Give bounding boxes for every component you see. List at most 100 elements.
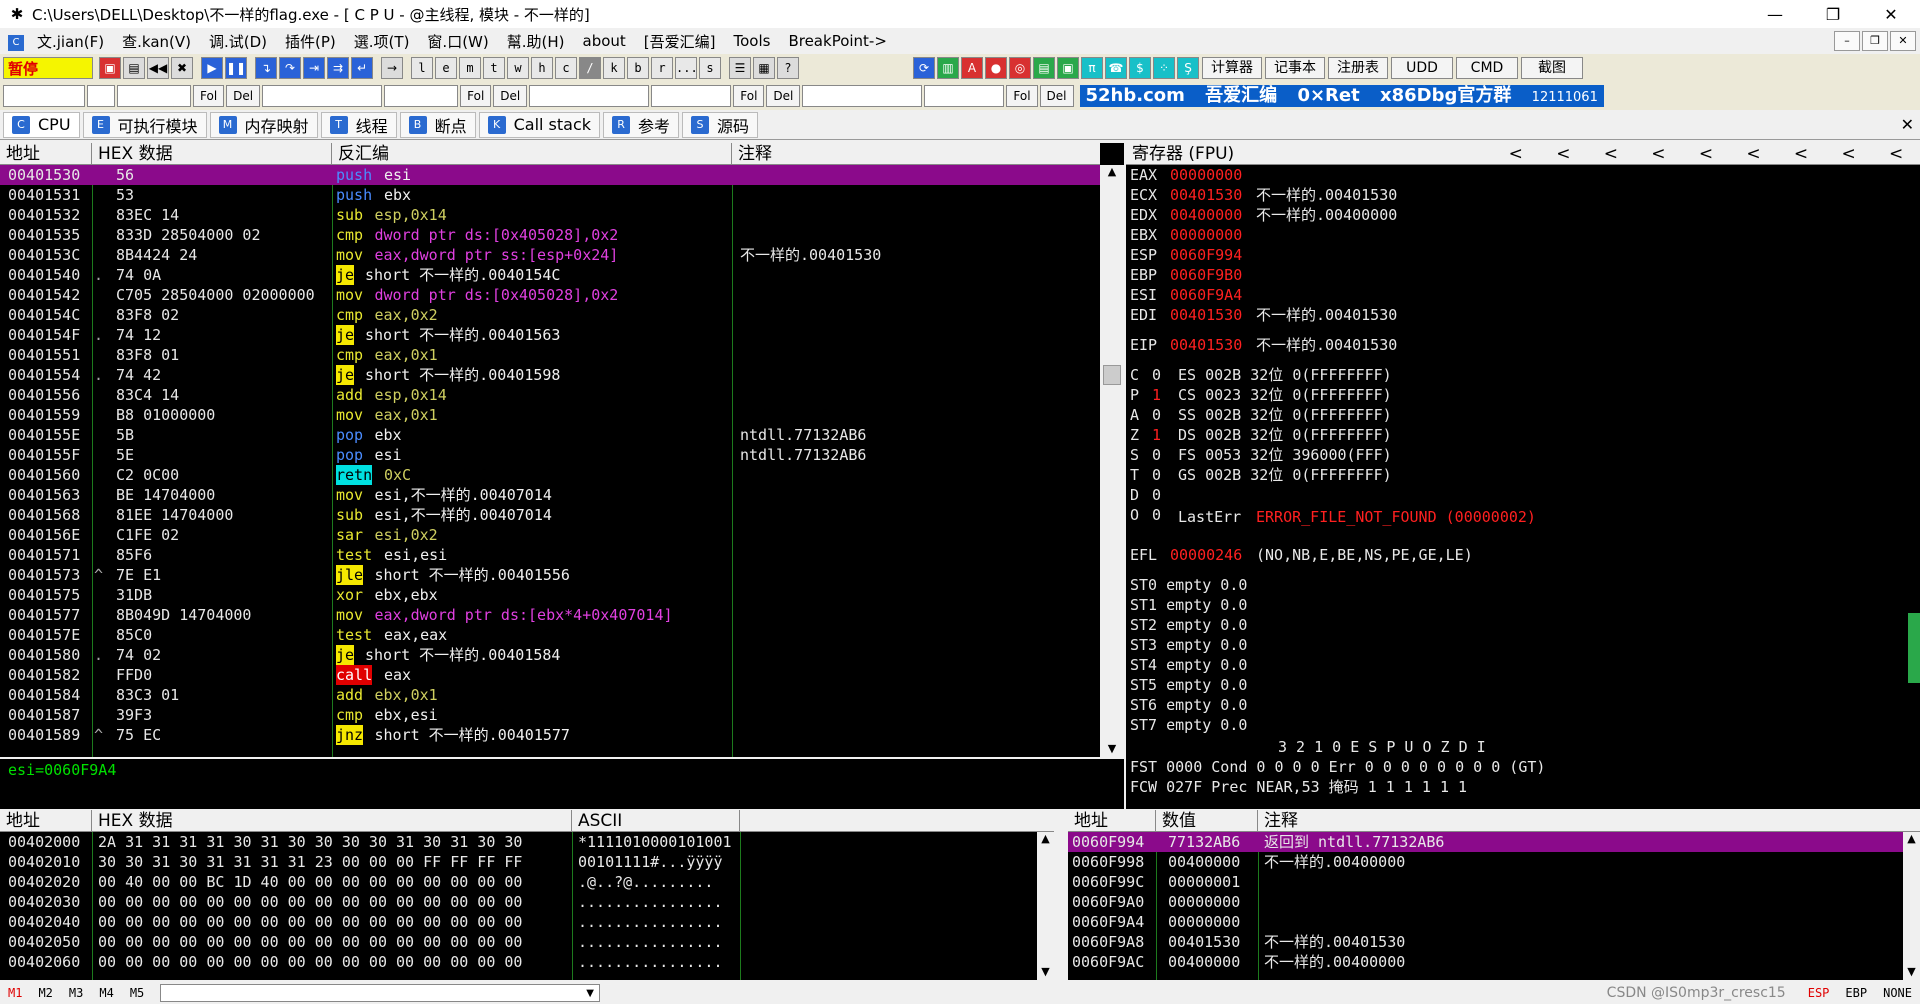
menu-52pojie[interactable]: [吾爱汇编] [635, 31, 725, 52]
tab-breakpoints[interactable]: B 断点 [399, 111, 476, 138]
plugin-icon-4[interactable]: ◎ [1009, 57, 1031, 79]
menu-plugins[interactable]: 插件(P) [276, 31, 345, 52]
grid-icon[interactable]: ▦ [753, 57, 775, 79]
delete-button-4[interactable]: Del [1039, 85, 1074, 107]
goto-icon[interactable]: → [381, 57, 403, 79]
fpu-st-register[interactable]: ST6 empty 0.0 [1130, 695, 1247, 715]
disasm-row[interactable]: 00401573 ^ 7E E1 jle short 不一样的.00401556 [0, 565, 1100, 585]
disasm-row[interactable]: 00401531 53 push ebx [0, 185, 1100, 205]
pause-icon[interactable]: ❚❚ [225, 57, 247, 79]
menu-about[interactable]: about [574, 32, 635, 50]
col-comment[interactable]: 注释 [732, 143, 1100, 164]
menu-help[interactable]: 幫.助(H) [498, 31, 574, 52]
source-button[interactable]: s [699, 57, 721, 79]
stack-row[interactable]: 0060F99C 00000001 [1068, 872, 1903, 892]
stack-pane[interactable]: 地址 数值 注释 0060F994 77132AB6 返回到 ntdll.77132… [1068, 810, 1920, 980]
run-trace-button[interactable]: ... [675, 57, 698, 79]
help-icon[interactable]: ? [777, 57, 799, 79]
fpu-st-register[interactable]: ST7 empty 0.0 [1130, 715, 1247, 735]
udd-button[interactable]: UDD [1391, 57, 1453, 79]
plugin-icon-5[interactable]: ▤ [1033, 57, 1055, 79]
dump-scrollbar[interactable]: ▲ ▼ [1037, 832, 1054, 980]
disasm-row[interactable]: 00401568 81EE 14704000 sub esi,不一样的.0040701… [0, 505, 1100, 525]
register-value[interactable]: 00401530 [1170, 305, 1242, 325]
disasm-row[interactable]: 0040154F. 74 12 je short 不一样的.00401563 [0, 325, 1100, 345]
disasm-row[interactable]: 0040156E C1FE 02 sar esi,0x2 [0, 525, 1100, 545]
step-over-icon[interactable]: ↷ [279, 57, 301, 79]
arrow-left-icon[interactable]: < [1556, 143, 1570, 164]
calculator-button[interactable]: 计算器 [1202, 57, 1262, 79]
phone-icon[interactable]: ☎ [1105, 57, 1127, 79]
tab-close-button[interactable]: ✕ [1901, 115, 1914, 134]
delete-button-1[interactable]: Del [226, 85, 261, 107]
disasm-row[interactable]: 0040157E 85C0 test eax,eax [0, 625, 1100, 645]
arrow-left-icon[interactable]: < [1699, 143, 1713, 164]
scroll-up-icon[interactable]: ▲ [1037, 832, 1054, 850]
scroll-up-icon[interactable]: ▲ [1100, 165, 1124, 183]
disasm-row[interactable]: 00401577 8B049D 14704000 mov eax,dword ptr … [0, 605, 1100, 625]
disasm-row[interactable]: 00401575 31DB xor ebx,ebx [0, 585, 1100, 605]
minimize-button[interactable]: — [1746, 5, 1804, 24]
disasm-row[interactable]: 00401582 FFD0 call eax [0, 665, 1100, 685]
status-input[interactable] [160, 984, 601, 1002]
dots-icon[interactable]: ⁘ [1153, 57, 1175, 79]
flag-value[interactable]: 1 [1152, 385, 1161, 405]
register-value[interactable]: 0060F994 [1170, 245, 1242, 265]
mode-m2[interactable]: M2 [30, 986, 60, 1000]
menu-debug[interactable]: 调.试(D) [200, 31, 276, 52]
handles-button[interactable]: h [531, 57, 553, 79]
efl-value[interactable]: 00000246 [1170, 545, 1242, 565]
fpu-st-register[interactable]: ST1 empty 0.0 [1130, 595, 1247, 615]
command-input-7[interactable] [651, 85, 732, 107]
disasm-row[interactable]: 00401559 B8 01000000 mov eax,0x1 [0, 405, 1100, 425]
mdi-restore-button[interactable]: ❐ [1862, 31, 1888, 51]
stack-row[interactable]: 0060F9A0 00000000 [1068, 892, 1903, 912]
fpu-st-register[interactable]: ST4 empty 0.0 [1130, 655, 1247, 675]
threads-button[interactable]: t [483, 57, 505, 79]
disasm-row[interactable]: 00401535 833D 28504000 02 cmp dword ptr ds:… [0, 225, 1100, 245]
command-input-8[interactable] [802, 85, 923, 107]
stack-scrollbar[interactable]: ▲ ▼ [1903, 832, 1920, 980]
registers-scrollbar[interactable] [1908, 613, 1920, 683]
disasm-row[interactable]: 00401530 56 push esi [0, 165, 1100, 185]
register-value[interactable]: 0060F9A4 [1170, 285, 1242, 305]
close-process-icon[interactable]: ✖ [171, 57, 193, 79]
cpu-button[interactable]: c [555, 57, 577, 79]
flag-value[interactable]: 0 [1152, 465, 1161, 485]
command-input-1[interactable] [3, 85, 85, 107]
tab-references[interactable]: R 参考 [603, 111, 680, 138]
stack-row[interactable]: 0060F998 00400000 不一样的.00400000 [1068, 852, 1903, 872]
disasm-row[interactable]: 00401580. 74 02 je short 不一样的.00401584 [0, 645, 1100, 665]
dump-row[interactable]: 00402030 00 00 00 00 00 00 00 00 00 00 00… [0, 892, 1040, 912]
mdi-close-button[interactable]: ✕ [1890, 31, 1916, 51]
stack-row[interactable]: 0060F9A8 00401530 不一样的.00401530 [1068, 932, 1903, 952]
scroll-down-icon[interactable]: ▼ [1100, 742, 1124, 755]
menu-window[interactable]: 窗.口(W) [418, 31, 497, 52]
command-input-4[interactable] [262, 85, 383, 107]
disasm-row[interactable]: 00401542 C705 28504000 02000000 mov dword p… [0, 285, 1100, 305]
execute-till-return-icon[interactable]: ↵ [351, 57, 373, 79]
delete-button-2[interactable]: Del [493, 85, 528, 107]
dump-row[interactable]: 00402010 30 30 31 30 31 31 31 31 23 00 00… [0, 852, 1040, 872]
disasm-row[interactable]: 00401584 83C3 01 add ebx,0x1 [0, 685, 1100, 705]
disasm-row[interactable]: 00401571 85F6 test esi,esi [0, 545, 1100, 565]
plugin-icon-1[interactable]: ▥ [937, 57, 959, 79]
fpu-st-register[interactable]: ST0 empty 0.0 [1130, 575, 1247, 595]
menu-icon[interactable]: C [0, 31, 28, 51]
register-value[interactable]: 00401530 [1170, 185, 1242, 205]
stack-col-address[interactable]: 地址 [1068, 810, 1156, 831]
menu-options[interactable]: 選.项(T) [345, 31, 419, 52]
command-input-9[interactable] [924, 85, 1005, 107]
rewind-icon[interactable]: ◀◀ [147, 57, 169, 79]
flag-value[interactable]: 0 [1152, 485, 1161, 505]
sponsor-banner[interactable]: 52hb.com 吾爱汇编 0×Ret x86Dbg官方群 12111061 [1079, 85, 1604, 107]
memory-button[interactable]: m [459, 57, 481, 79]
tab-threads[interactable]: T 线程 [320, 111, 397, 138]
open-icon[interactable]: ▣ [99, 57, 121, 79]
arrow-left-icon[interactable]: < [1651, 143, 1665, 164]
follow-button-3[interactable]: Fol [733, 85, 765, 107]
arrow-left-icon[interactable]: < [1841, 143, 1855, 164]
dollar-icon[interactable]: $ [1129, 57, 1151, 79]
refresh-icon[interactable]: ⟳ [913, 57, 935, 79]
dump-row[interactable]: 00402040 00 00 00 00 00 00 00 00 00 00 00… [0, 912, 1040, 932]
